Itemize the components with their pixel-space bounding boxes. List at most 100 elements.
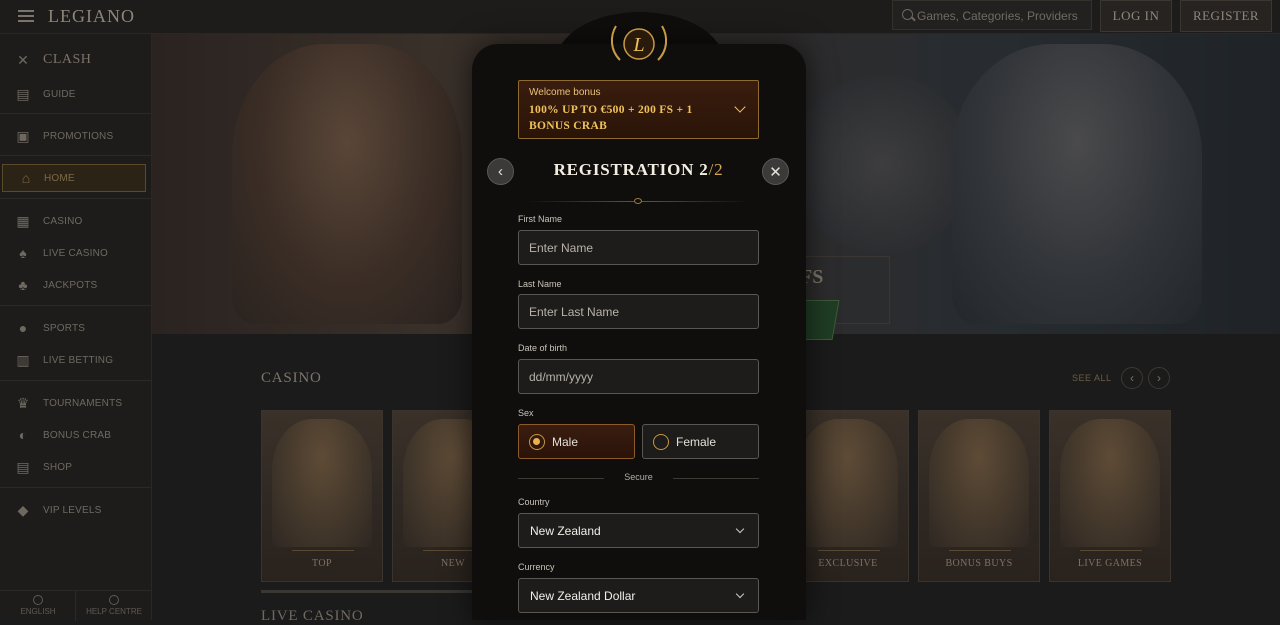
help-centre-link[interactable]: HELP CENTRE bbox=[76, 595, 152, 616]
sidebar-item-label: SHOP bbox=[43, 461, 73, 473]
search-icon bbox=[902, 9, 913, 20]
hero-warrior-left bbox=[232, 44, 462, 324]
sidebar-item-vip-levels[interactable]: ◆ VIP LEVELS bbox=[0, 496, 152, 524]
sidebar-footer: ENGLISH HELP CENTRE bbox=[0, 590, 152, 621]
card-art bbox=[929, 419, 1029, 547]
registration-title-text: REGISTRATION bbox=[553, 160, 695, 179]
carousel-next-button[interactable]: › bbox=[1148, 367, 1170, 389]
game-category-card[interactable]: LIVE GAMES bbox=[1049, 410, 1171, 582]
card-ornament bbox=[949, 550, 1011, 551]
sidebar-item-jackpots[interactable]: ♣ JACKPOTS bbox=[0, 271, 152, 299]
sidebar-item-label: LIVE CASINO bbox=[43, 247, 108, 259]
back-button[interactable]: ‹ bbox=[487, 158, 514, 185]
language-label: ENGLISH bbox=[20, 607, 56, 616]
country-label: Country bbox=[518, 497, 550, 507]
chevron-right-icon: › bbox=[1157, 371, 1161, 385]
login-button[interactable]: LOG IN bbox=[1100, 0, 1172, 32]
hero-battle-scene bbox=[792, 74, 972, 254]
stadium-icon: ▥ bbox=[16, 351, 30, 368]
live-casino-section-title: LIVE CASINO bbox=[261, 608, 364, 624]
close-icon: ✕ bbox=[769, 163, 782, 181]
title-ornament-icon bbox=[634, 198, 642, 204]
sidebar-divider bbox=[0, 380, 152, 381]
trophy-icon: ♛ bbox=[16, 394, 30, 411]
search-input[interactable] bbox=[917, 7, 1087, 25]
close-button[interactable]: ✕ bbox=[762, 158, 789, 185]
sidebar-item-tournaments[interactable]: ♛ TOURNAMENTS bbox=[0, 389, 152, 417]
sidebar-item-label: JACKPOTS bbox=[43, 279, 98, 291]
chevron-down-icon bbox=[735, 524, 745, 534]
card-caption: BONUS BUYS bbox=[945, 558, 1013, 569]
first-name-field[interactable] bbox=[518, 230, 759, 265]
sidebar-divider bbox=[0, 305, 152, 306]
bonus-offer-text: 100% UP TO €500 + 200 FS + 1 BONUS CRAB bbox=[529, 104, 693, 132]
language-selector[interactable]: ENGLISH bbox=[0, 595, 76, 616]
carousel-prev-button[interactable]: ‹ bbox=[1121, 367, 1143, 389]
sidebar-item-label: CLASH bbox=[43, 52, 92, 67]
sex-option-male[interactable]: Male bbox=[518, 424, 635, 459]
menu-icon[interactable] bbox=[18, 10, 34, 22]
last-name-label: Last Name bbox=[518, 279, 562, 289]
sidebar-divider bbox=[0, 198, 152, 199]
carousel-scrollbar[interactable] bbox=[261, 590, 481, 593]
radio-unselected-icon[interactable] bbox=[653, 434, 669, 450]
clover-icon: ♣ bbox=[18, 277, 28, 293]
sidebar-item-label: TOURNAMENTS bbox=[43, 397, 123, 409]
card-ornament bbox=[1080, 550, 1142, 551]
card-art bbox=[272, 419, 372, 547]
currency-select[interactable]: New Zealand Dollar bbox=[518, 578, 759, 613]
slot-machine-icon: ▦ bbox=[16, 212, 30, 229]
see-all-link[interactable]: SEE ALL bbox=[1072, 373, 1112, 383]
sidebar-item-label: SPORTS bbox=[43, 322, 86, 334]
register-button[interactable]: REGISTER bbox=[1180, 0, 1272, 32]
ball-icon: ● bbox=[18, 320, 28, 336]
country-value: New Zealand bbox=[530, 524, 601, 538]
sex-option-female[interactable]: Female bbox=[642, 424, 759, 459]
sidebar-item-label: BONUS CRAB bbox=[43, 429, 112, 441]
registration-title: REGISTRATION 2/2 bbox=[518, 160, 759, 180]
sidebar-item-live-betting[interactable]: ▥ LIVE BETTING bbox=[0, 346, 152, 374]
svg-text:L: L bbox=[632, 34, 644, 56]
card-caption: EXCLUSIVE bbox=[818, 558, 878, 569]
sidebar-item-guide[interactable]: ▤ GUIDE bbox=[0, 80, 152, 108]
sidebar: ✕ CLASH ▤ GUIDE ▣ PROMOTIONS ⌂ HOME ▦ CA… bbox=[0, 34, 152, 621]
site-logo[interactable]: LEGIANO bbox=[48, 6, 135, 27]
diamond-icon: ◆ bbox=[17, 501, 29, 518]
sidebar-item-label: VIP LEVELS bbox=[43, 504, 102, 516]
welcome-bonus-banner[interactable]: Welcome bonus 100% UP TO €500 + 200 FS +… bbox=[518, 80, 759, 139]
game-category-card[interactable]: TOP bbox=[261, 410, 383, 582]
help-icon bbox=[109, 595, 119, 605]
chevron-down-icon bbox=[735, 589, 745, 599]
sidebar-item-sports[interactable]: ● SPORTS bbox=[0, 314, 152, 342]
sidebar-item-promotions[interactable]: ▣ PROMOTIONS bbox=[0, 122, 152, 150]
scroll-icon: ▤ bbox=[16, 85, 30, 102]
currency-value: New Zealand Dollar bbox=[530, 589, 636, 603]
radio-selected-icon[interactable] bbox=[529, 434, 545, 450]
sidebar-item-live-casino[interactable]: ♠ LIVE CASINO bbox=[0, 239, 152, 267]
card-art bbox=[798, 419, 898, 547]
cards-icon: ♠ bbox=[19, 245, 27, 261]
home-icon: ⌂ bbox=[21, 170, 31, 186]
dob-field[interactable] bbox=[518, 359, 759, 394]
dob-label: Date of birth bbox=[518, 343, 568, 353]
sidebar-item-casino[interactable]: ▦ CASINO bbox=[0, 207, 152, 235]
chevron-left-icon: ‹ bbox=[1130, 371, 1134, 385]
game-category-card[interactable]: BONUS BUYS bbox=[918, 410, 1040, 582]
sidebar-item-bonus-crab[interactable]: ◐ BONUS CRAB bbox=[0, 421, 152, 449]
sidebar-item-label: CASINO bbox=[43, 215, 83, 227]
divider-line bbox=[673, 478, 759, 479]
crab-icon: ◐ bbox=[18, 427, 28, 443]
last-name-field[interactable] bbox=[518, 294, 759, 329]
sidebar-item-home[interactable]: ⌂ HOME bbox=[2, 164, 146, 192]
sex-option-label: Female bbox=[676, 435, 717, 449]
chevron-down-icon[interactable] bbox=[734, 101, 746, 113]
country-select[interactable]: New Zealand bbox=[518, 513, 759, 548]
promotions-icon: ▣ bbox=[16, 127, 30, 144]
search-box[interactable] bbox=[892, 0, 1092, 30]
sidebar-item-clash[interactable]: ✕ CLASH bbox=[0, 46, 152, 74]
help-label: HELP CENTRE bbox=[86, 607, 142, 616]
secure-label: Secure bbox=[624, 472, 653, 482]
hero-warrior-right bbox=[952, 44, 1202, 324]
sidebar-item-shop[interactable]: ▤ SHOP bbox=[0, 453, 152, 481]
sidebar-divider bbox=[0, 155, 152, 156]
